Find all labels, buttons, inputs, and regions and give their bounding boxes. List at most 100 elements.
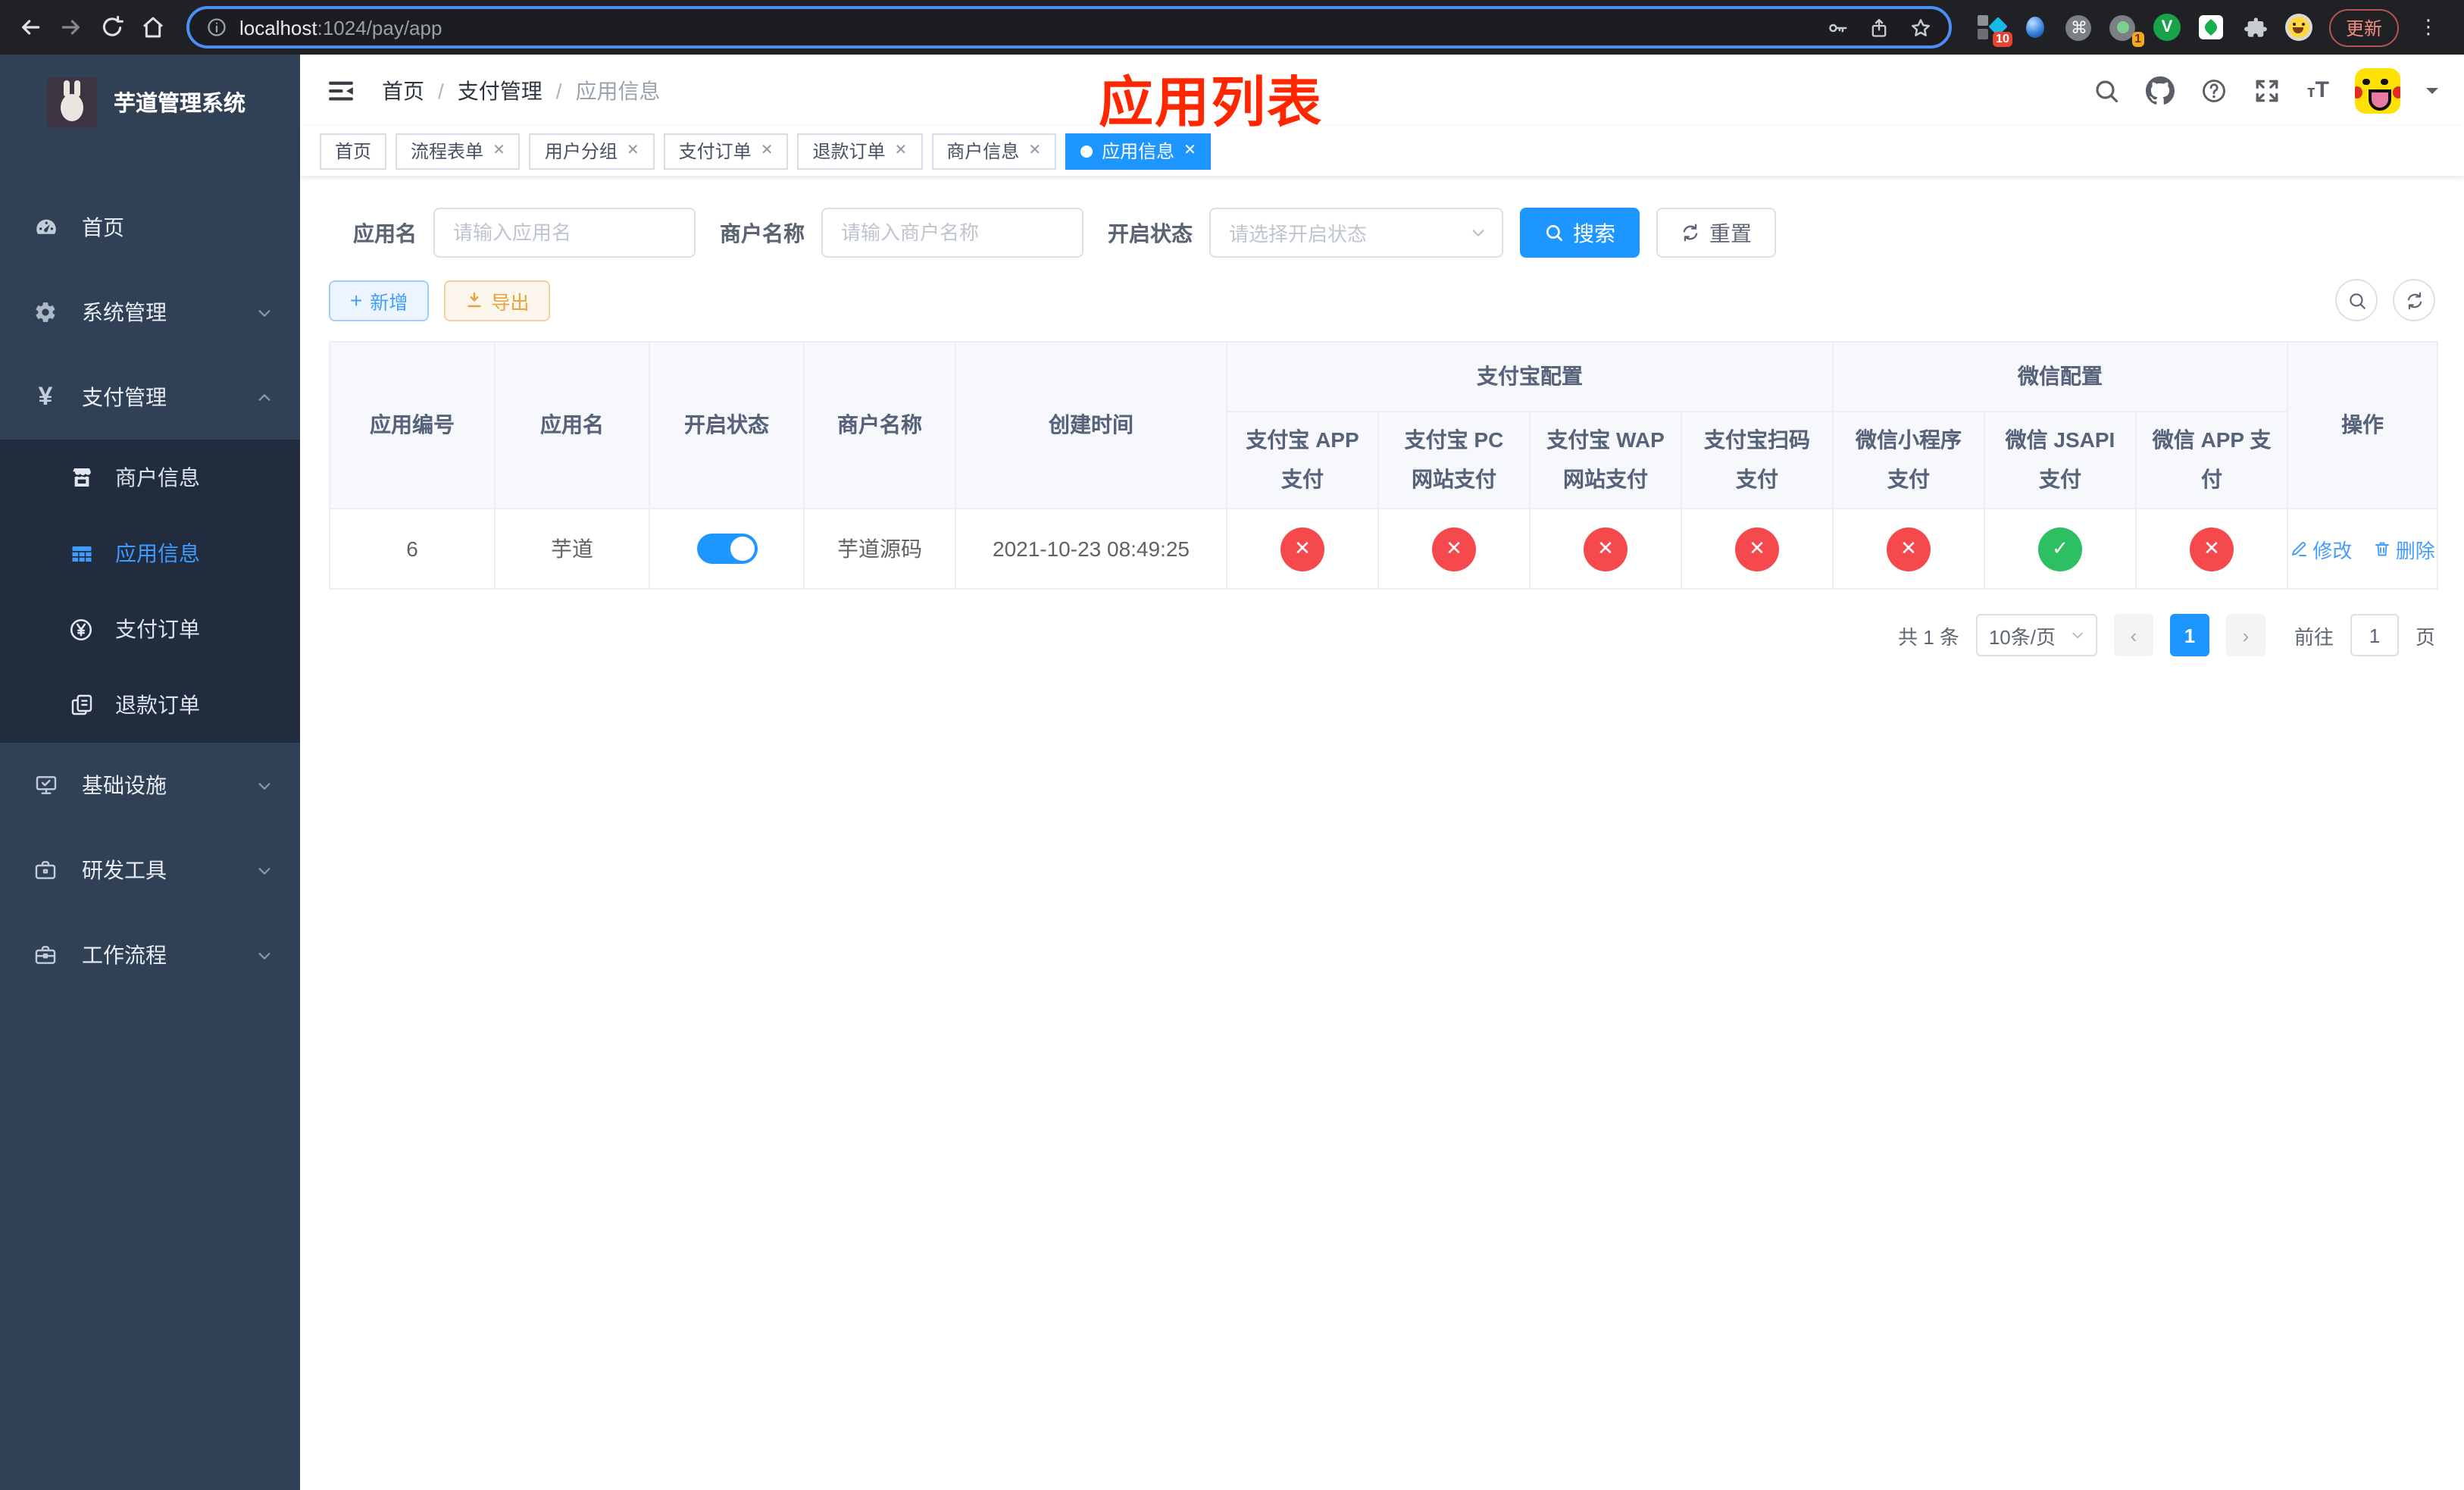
tab-refund-order[interactable]: 退款订单 ✕ <box>797 133 923 169</box>
browser-menu-icon[interactable]: ⋮ <box>2416 15 2441 39</box>
sidebar-item-payment[interactable]: ¥ 支付管理 <box>0 355 300 440</box>
col-group-wechat: 微信配置 <box>1831 341 2289 412</box>
sidebar-item-infrastructure[interactable]: 基础设施 <box>0 743 300 828</box>
page-content: 应用名 商户名称 开启状态 请选择开启状态 搜索 <box>300 176 2464 1490</box>
browser-back-button[interactable] <box>15 12 45 42</box>
extension-command-icon[interactable]: ⌘ <box>2065 14 2093 41</box>
active-dot <box>1080 145 1093 157</box>
profile-avatar-icon[interactable] <box>2284 14 2312 41</box>
breadcrumb-home[interactable]: 首页 <box>382 75 424 105</box>
tab-merchant-info[interactable]: 商户信息 ✕ <box>931 133 1057 169</box>
close-icon[interactable]: ✕ <box>761 142 774 159</box>
page-annotation: 应用列表 <box>1099 71 1324 133</box>
breadcrumb-payment[interactable]: 支付管理 <box>458 75 543 105</box>
bookmark-star-icon[interactable] <box>1909 16 1932 39</box>
col-app-name: 应用名 <box>494 341 650 509</box>
cell-app-name: 芋道 <box>494 508 650 590</box>
sidebar-collapse-icon[interactable] <box>326 75 356 105</box>
goto-page-input[interactable] <box>2350 614 2399 656</box>
search-button[interactable]: 搜索 <box>1520 208 1640 258</box>
close-icon[interactable]: ✕ <box>895 142 908 159</box>
next-page-button[interactable]: › <box>2225 614 2265 656</box>
add-button[interactable]: + 新增 <box>329 280 430 321</box>
prev-page-button[interactable]: ‹ <box>2113 614 2153 656</box>
app-name-input[interactable] <box>433 208 696 258</box>
sidebar-item-label: 研发工具 <box>82 858 167 882</box>
extensions-puzzle-icon[interactable] <box>2241 14 2269 41</box>
merchant-name-input[interactable] <box>821 208 1083 258</box>
col-merchant: 商户名称 <box>803 341 956 509</box>
fullscreen-icon[interactable] <box>2254 77 2281 104</box>
extension-grid-icon[interactable]: 10 <box>1977 14 2012 47</box>
tab-pay-order[interactable]: 支付订单 ✕ <box>663 133 789 169</box>
tags-view-bar: 首页 流程表单 ✕ 用户分组 ✕ 支付订单 ✕ 退款订单 ✕ 商户信息 ✕ 应用信息 ✕ <box>300 126 2464 176</box>
close-icon[interactable]: ✕ <box>627 142 639 159</box>
current-page-button[interactable]: 1 <box>2169 614 2209 656</box>
delete-link[interactable]: 删除 <box>2373 534 2435 563</box>
sidebar-item-merchant-info[interactable]: 商户信息 <box>0 440 300 515</box>
page-unit-label: 页 <box>2415 625 2435 648</box>
extension-v-icon[interactable]: V <box>2153 14 2181 41</box>
gear-icon <box>32 300 59 324</box>
reset-button[interactable]: 重置 <box>1656 208 1776 258</box>
alipay-app-status-icon: ✕ <box>1280 527 1324 571</box>
browser-forward-button[interactable] <box>56 12 86 42</box>
close-icon[interactable]: ✕ <box>492 142 505 159</box>
briefcase-icon <box>32 943 59 967</box>
browser-update-button[interactable]: 更新 <box>2328 8 2399 46</box>
sidebar-item-refund-order[interactable]: 退款订单 <box>0 667 300 743</box>
url-host: localhost <box>239 16 317 39</box>
col-alipay-app: 支付宝 APP 支付 <box>1226 411 1379 509</box>
password-key-icon[interactable] <box>1826 16 1849 39</box>
toggle-search-button[interactable] <box>2335 279 2378 321</box>
status-select[interactable]: 请选择开启状态 <box>1209 208 1503 258</box>
total-count: 共 1 条 <box>1898 625 1959 648</box>
font-size-icon[interactable]: тT <box>2307 77 2329 103</box>
chevron-down-icon <box>256 947 273 963</box>
extension-badge: 10 <box>1993 32 2012 47</box>
export-button[interactable]: 导出 <box>444 280 551 321</box>
browser-toolbar: localhost:1024/pay/app 10 ⌘ 1 V 更新 ⋮ <box>0 0 2464 55</box>
tab-app-info[interactable]: 应用信息 ✕ <box>1065 133 1212 169</box>
address-bar[interactable]: localhost:1024/pay/app <box>186 6 1952 49</box>
browser-home-button[interactable] <box>138 12 168 42</box>
github-icon[interactable] <box>2146 76 2175 105</box>
extension-green-app-icon[interactable] <box>2197 14 2225 41</box>
search-form: 应用名 商户名称 开启状态 请选择开启状态 搜索 <box>329 208 2435 258</box>
close-icon[interactable]: ✕ <box>1028 142 1041 159</box>
col-app-id: 应用编号 <box>329 341 496 509</box>
tab-process-form[interactable]: 流程表单 ✕ <box>396 133 521 169</box>
sidebar-item-pay-order[interactable]: 支付订单 <box>0 591 300 667</box>
sidebar-item-system[interactable]: 系统管理 <box>0 270 300 355</box>
sidebar-item-dev-tools[interactable]: 研发工具 <box>0 828 300 912</box>
user-avatar[interactable] <box>2355 67 2400 113</box>
sidebar-item-workflow[interactable]: 工作流程 <box>0 912 300 997</box>
extension-area: 10 ⌘ 1 V 更新 ⋮ <box>1970 8 2449 47</box>
tab-user-group[interactable]: 用户分组 ✕ <box>529 133 655 169</box>
refresh-button[interactable] <box>2393 279 2435 321</box>
help-icon[interactable] <box>2201 77 2228 104</box>
avatar-caret-icon[interactable] <box>2426 87 2438 99</box>
document-copy-icon <box>68 693 94 717</box>
share-icon[interactable] <box>1868 16 1890 39</box>
sidebar-item-app-info[interactable]: 应用信息 <box>0 515 300 591</box>
col-alipay-wap: 支付宝 WAP 网站支付 <box>1529 411 1682 509</box>
page-size-select[interactable]: 10条/页 <box>1975 614 2097 656</box>
sidebar-item-home[interactable]: 首页 <box>0 185 300 270</box>
alipay-qr-status-icon: ✕ <box>1735 527 1779 571</box>
chevron-down-icon <box>256 304 273 321</box>
col-alipay-qr: 支付宝扫码支付 <box>1681 411 1834 509</box>
close-icon[interactable]: ✕ <box>1184 142 1196 159</box>
status-toggle[interactable] <box>696 534 757 564</box>
extension-recorder-icon[interactable]: 1 <box>2109 14 2144 47</box>
col-status: 开启状态 <box>649 341 805 509</box>
edit-link[interactable]: 修改 <box>2290 534 2352 563</box>
sidebar-item-label: 工作流程 <box>82 943 167 967</box>
download-icon <box>465 291 483 309</box>
toolbox-icon <box>32 858 59 882</box>
tab-home[interactable]: 首页 <box>320 133 387 169</box>
search-icon[interactable] <box>2093 77 2121 104</box>
site-info-icon[interactable] <box>206 17 227 38</box>
browser-reload-button[interactable] <box>97 12 127 42</box>
extension-balloon-icon[interactable] <box>2022 14 2049 41</box>
